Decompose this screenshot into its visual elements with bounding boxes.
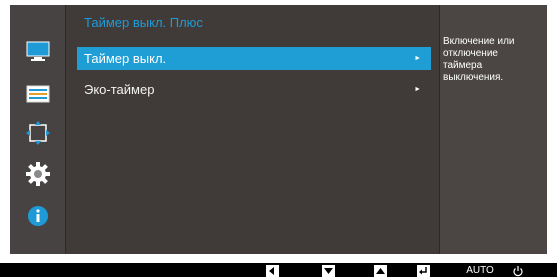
menu-item-label: Таймер выкл. <box>84 51 167 66</box>
position-arrows-icon[interactable] <box>23 118 53 148</box>
auto-key-label: AUTO <box>466 265 494 276</box>
menu-item-off-timer[interactable]: Таймер выкл. ► <box>77 47 431 70</box>
key-guide-bar: AUTO <box>0 263 557 277</box>
auto-key[interactable]: AUTO <box>463 264 497 277</box>
submenu-arrow-icon: ► <box>414 55 421 62</box>
submenu-panel: Таймер выкл. Плюс Таймер выкл. ► Эко-тай… <box>65 5 440 254</box>
menu-item-eco-timer[interactable]: Эко-таймер ► <box>77 78 431 101</box>
enter-key-icon[interactable] <box>415 264 431 277</box>
up-arrow-key-icon[interactable] <box>372 264 388 277</box>
panel-title: Таймер выкл. Плюс <box>84 15 203 30</box>
down-arrow-key-icon[interactable] <box>320 264 336 277</box>
menu-item-label: Эко-таймер <box>84 82 155 97</box>
screen-adjust-icon[interactable] <box>23 79 53 109</box>
info-icon[interactable] <box>23 201 53 231</box>
submenu-arrow-icon: ► <box>414 86 421 93</box>
gear-icon[interactable] <box>23 159 53 189</box>
monitor-icon[interactable] <box>23 37 53 67</box>
power-icon[interactable] <box>510 264 526 277</box>
main-menu-bar <box>10 5 65 254</box>
left-arrow-key-icon[interactable] <box>264 264 280 277</box>
help-description: Включение или отключение таймера выключе… <box>443 36 515 83</box>
